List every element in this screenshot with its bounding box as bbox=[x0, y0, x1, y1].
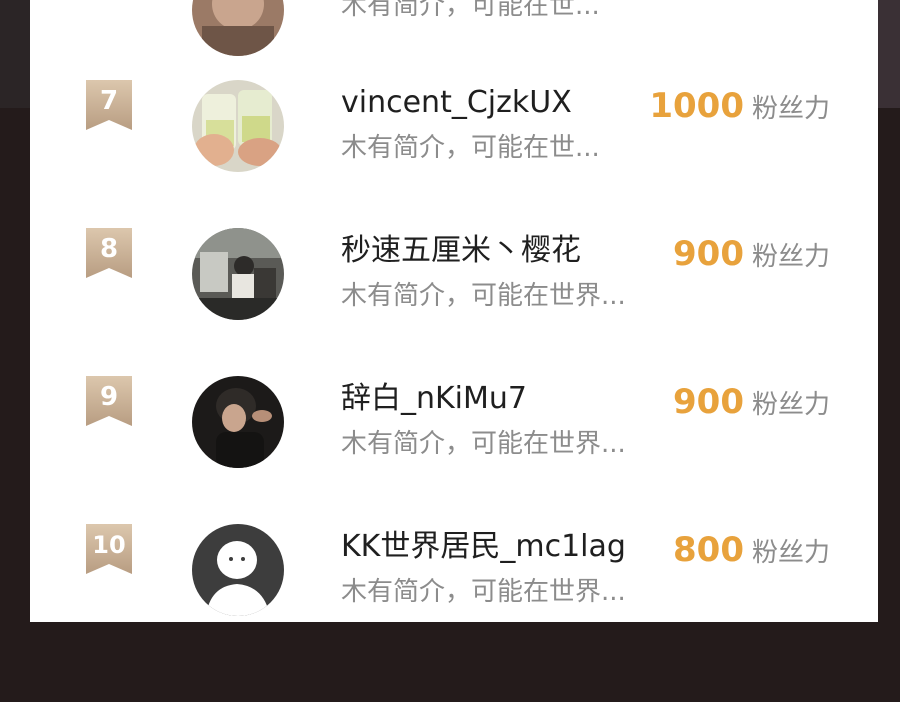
fans-value: 900 bbox=[673, 234, 744, 274]
rank-badge: 10 bbox=[86, 524, 132, 574]
fans-score: 900 粉丝力 bbox=[673, 382, 830, 422]
list-item-bio: 木有简介，可能在世... bbox=[341, 0, 600, 21]
fans-value: 900 bbox=[673, 382, 744, 422]
list-item[interactable]: 8 秒速五厘米丶樱花 木有简介，可能在世界... 900 粉丝力 bbox=[30, 198, 878, 346]
avatar[interactable] bbox=[192, 228, 284, 320]
rank-number: 8 bbox=[99, 234, 119, 264]
fans-value: 800 bbox=[673, 530, 744, 570]
fans-unit: 粉丝力 bbox=[751, 538, 830, 568]
list-item-bio: 木有简介，可能在世... bbox=[341, 133, 600, 163]
rank-badge: 7 bbox=[86, 80, 132, 130]
list-item-bio: 木有简介，可能在世界... bbox=[341, 577, 626, 607]
fans-unit: 粉丝力 bbox=[751, 94, 830, 124]
list-item-name: 辞白_nKiMu7 bbox=[341, 381, 528, 416]
fans-score: 900 粉丝力 bbox=[673, 234, 830, 274]
fans-score: 800 粉丝力 bbox=[673, 530, 830, 570]
rank-number: 10 bbox=[92, 531, 126, 559]
fans-value: 1000 bbox=[649, 86, 744, 126]
list-item-name: vincent_CjzkUX bbox=[341, 85, 572, 120]
rank-badge: 9 bbox=[86, 376, 132, 426]
avatar[interactable] bbox=[192, 524, 284, 616]
list-item-name: KK世界居民_mc1lag bbox=[341, 529, 626, 564]
avatar[interactable] bbox=[192, 376, 284, 468]
fans-score: 1000 粉丝力 bbox=[649, 86, 830, 126]
list-item-bio: 木有简介，可能在世界... bbox=[341, 281, 626, 311]
list-item-name: 秒速五厘米丶樱花 bbox=[341, 233, 581, 268]
fans-unit: 粉丝力 bbox=[751, 242, 830, 272]
list-item[interactable]: 7 vincent_CjzkUX 木有简介，可能在世... 1000 粉丝力 bbox=[30, 50, 878, 198]
avatar bbox=[192, 0, 284, 56]
list-item[interactable]: 9 辞白_nKiMu7 木有简介，可能在世界... 900 粉丝力 bbox=[30, 346, 878, 494]
rank-number: 7 bbox=[99, 86, 119, 116]
rank-number: 9 bbox=[99, 382, 119, 412]
list-item-bio: 木有简介，可能在世界... bbox=[341, 429, 626, 459]
background-accent bbox=[876, 0, 900, 108]
rank-badge: 8 bbox=[86, 228, 132, 278]
list-item-partial[interactable]: 木有简介，可能在世... bbox=[30, 0, 878, 56]
fans-unit: 粉丝力 bbox=[751, 390, 830, 420]
list-item[interactable]: 10 KK世界居民_mc1lag 木有简介，可能在世界... 800 粉丝力 bbox=[30, 494, 878, 622]
avatar[interactable] bbox=[192, 80, 284, 172]
ranking-panel[interactable]: 木有简介，可能在世... 7 vincent_CjzkUX 木有简介，可能在世.… bbox=[30, 0, 878, 622]
person-silhouette-icon bbox=[192, 524, 284, 616]
